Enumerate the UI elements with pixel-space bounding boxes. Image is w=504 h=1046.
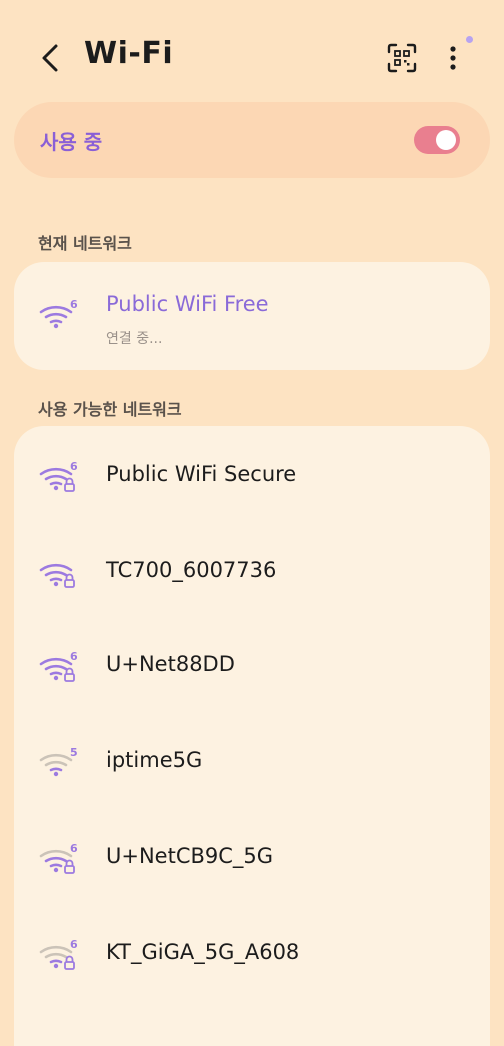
back-button[interactable] (30, 38, 70, 78)
network-row[interactable]: 5 iptime5G (14, 716, 490, 806)
qr-code-scan-icon (387, 43, 417, 73)
network-row[interactable]: 6 Public WiFi Secure (14, 430, 490, 520)
network-name: KT_GiGA_5G_A608 (106, 940, 300, 964)
network-name: TC700_6007736 (106, 558, 277, 582)
svg-text:6: 6 (70, 298, 78, 311)
network-row[interactable]: 6 KT_GiGA_5G_A608 (14, 908, 490, 998)
network-name: U+NetCB9C_5G (106, 844, 274, 868)
current-network-name: Public WiFi Free (106, 292, 269, 316)
svg-text:6: 6 (70, 460, 78, 473)
current-network-header: 현재 네트워크 (38, 234, 132, 253)
network-row[interactable]: TC700_6007736 (14, 526, 490, 616)
chevron-left-icon (42, 44, 58, 72)
current-network-status: 연결 중... (106, 331, 163, 347)
wifi-master-switch[interactable] (414, 126, 460, 154)
wifi-signal-locked-icon: 6 (39, 650, 78, 682)
wifi-signal-locked-icon: 6 (39, 460, 78, 492)
wifi-master-label: 사용 중 (40, 130, 103, 154)
wifi-master-toggle-row[interactable]: 사용 중 (14, 102, 490, 178)
app-header: Wi-Fi (0, 0, 504, 112)
qr-scan-button[interactable] (384, 40, 420, 76)
network-name: Public WiFi Secure (106, 462, 297, 486)
network-row[interactable]: 6 U+Net88DD (14, 620, 490, 710)
current-network-row[interactable]: 6 Public WiFi Free 연결 중... (14, 262, 490, 352)
available-networks-card: 6 Public WiFi Secure TC700_6007736 6 U+N… (14, 426, 490, 1046)
page-title: Wi-Fi (84, 36, 174, 71)
network-name: U+Net88DD (106, 652, 235, 676)
current-network-card: 6 Public WiFi Free 연결 중... (14, 262, 490, 370)
svg-text:6: 6 (70, 842, 78, 855)
more-vertical-icon (450, 46, 456, 70)
network-name: iptime5G (106, 748, 203, 772)
notification-dot (466, 36, 473, 43)
wifi-signal-locked-icon: 6 (39, 938, 78, 970)
svg-text:6: 6 (70, 938, 78, 951)
wifi-signal-locked-icon: 6 (39, 842, 78, 874)
switch-knob (436, 130, 456, 150)
svg-text:6: 6 (70, 650, 78, 663)
more-options-button[interactable] (438, 40, 468, 76)
svg-text:5: 5 (70, 746, 78, 759)
wifi-signal-icon: 5 (39, 746, 78, 777)
wifi-signal-icon: 6 (39, 298, 78, 329)
available-networks-header: 사용 가능한 네트워크 (38, 400, 182, 419)
network-row[interactable]: 6 U+NetCB9C_5G (14, 812, 490, 902)
wifi-signal-locked-icon (39, 563, 75, 588)
